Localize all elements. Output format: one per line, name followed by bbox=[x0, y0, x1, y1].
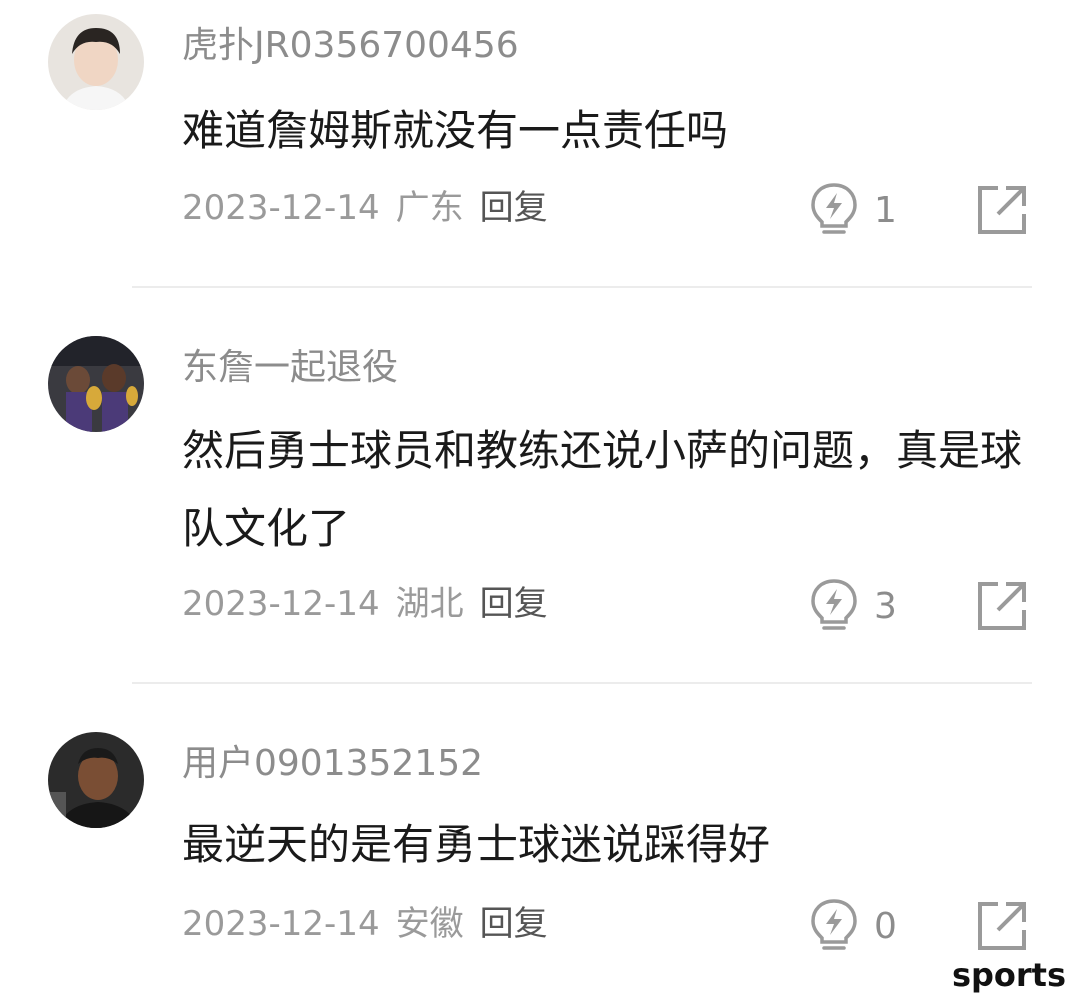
comment-text: 然后勇士球员和教练还说小萨的问题，真是球队文化了 bbox=[182, 426, 1023, 553]
divider bbox=[132, 286, 1032, 288]
like-button[interactable]: 1 bbox=[808, 180, 897, 240]
comment-text: 难道詹姆斯就没有一点责任吗 bbox=[182, 106, 729, 155]
lightbulb-lightning-icon bbox=[811, 899, 857, 950]
reply-button[interactable]: 回复 bbox=[480, 584, 548, 624]
comment-region: 湖北 bbox=[395, 584, 464, 624]
comment-meta: 2023-12-14 广东 回复 bbox=[182, 184, 548, 232]
comment-date: 2023-12-14 bbox=[182, 188, 380, 228]
share-icon[interactable] bbox=[976, 184, 1028, 236]
watermark: sports bbox=[951, 956, 1066, 994]
username[interactable]: 用户0901352152 bbox=[182, 740, 483, 788]
share-icon[interactable] bbox=[976, 580, 1028, 632]
avatar[interactable] bbox=[48, 14, 144, 110]
comment-region: 安徽 bbox=[395, 904, 464, 944]
username[interactable]: 虎扑JR0356700456 bbox=[182, 22, 519, 70]
reply-button[interactable]: 回复 bbox=[480, 188, 548, 228]
username[interactable]: 东詹一起退役 bbox=[182, 344, 398, 392]
like-count: 3 bbox=[874, 585, 897, 627]
like-button[interactable]: 0 bbox=[808, 896, 897, 956]
avatar[interactable] bbox=[48, 732, 144, 828]
share-icon[interactable] bbox=[976, 900, 1028, 952]
lightbulb-lightning-icon bbox=[811, 579, 857, 630]
divider bbox=[132, 682, 1032, 684]
avatar[interactable] bbox=[48, 336, 144, 432]
like-button[interactable]: 3 bbox=[808, 576, 897, 636]
lightbulb-lightning-icon bbox=[811, 183, 857, 234]
reply-button[interactable]: 回复 bbox=[480, 904, 548, 944]
like-count: 0 bbox=[874, 905, 897, 947]
comment-region: 广东 bbox=[395, 188, 464, 228]
comment-date: 2023-12-14 bbox=[182, 904, 380, 944]
comment-meta: 2023-12-14 湖北 回复 bbox=[182, 580, 548, 628]
like-count: 1 bbox=[874, 189, 897, 231]
comment-meta: 2023-12-14 安徽 回复 bbox=[182, 900, 548, 948]
comment-date: 2023-12-14 bbox=[182, 584, 380, 624]
comment-text: 最逆天的是有勇士球迷说踩得好 bbox=[182, 820, 771, 869]
